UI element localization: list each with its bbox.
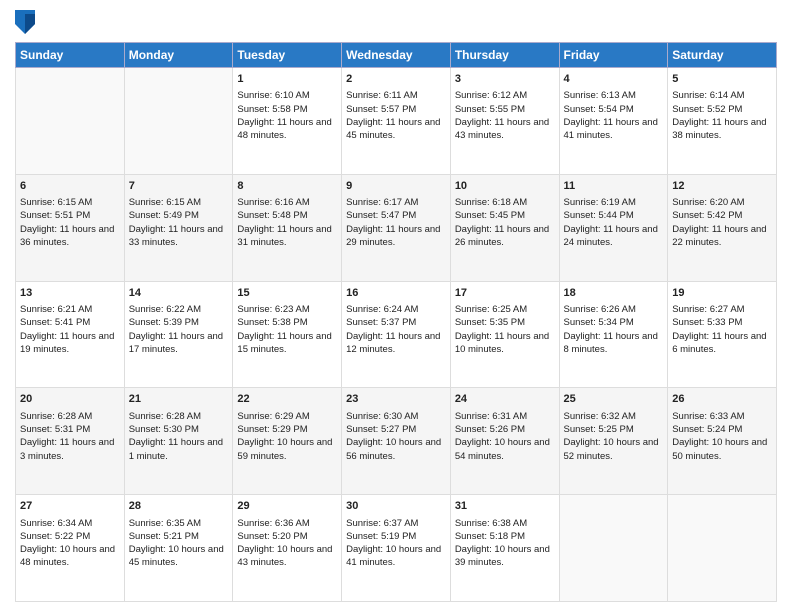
calendar-cell: 12Sunrise: 6:20 AMSunset: 5:42 PMDayligh…: [668, 174, 777, 281]
calendar-cell: 6Sunrise: 6:15 AMSunset: 5:51 PMDaylight…: [16, 174, 125, 281]
calendar-cell: 29Sunrise: 6:36 AMSunset: 5:20 PMDayligh…: [233, 495, 342, 602]
logo-icon: [15, 10, 35, 34]
day-number: 5: [672, 72, 772, 87]
weekday-header-friday: Friday: [559, 43, 668, 68]
calendar-cell: 31Sunrise: 6:38 AMSunset: 5:18 PMDayligh…: [450, 495, 559, 602]
weekday-header-thursday: Thursday: [450, 43, 559, 68]
calendar-cell: 25Sunrise: 6:32 AMSunset: 5:25 PMDayligh…: [559, 388, 668, 495]
day-number: 9: [346, 179, 446, 194]
calendar-cell: 21Sunrise: 6:28 AMSunset: 5:30 PMDayligh…: [124, 388, 233, 495]
calendar-cell: 5Sunrise: 6:14 AMSunset: 5:52 PMDaylight…: [668, 68, 777, 175]
calendar-cell: 13Sunrise: 6:21 AMSunset: 5:41 PMDayligh…: [16, 281, 125, 388]
calendar-cell: 18Sunrise: 6:26 AMSunset: 5:34 PMDayligh…: [559, 281, 668, 388]
day-number: 11: [564, 179, 664, 194]
logo: [15, 10, 39, 34]
calendar-cell: 4Sunrise: 6:13 AMSunset: 5:54 PMDaylight…: [559, 68, 668, 175]
header: [15, 10, 777, 34]
calendar-cell: 3Sunrise: 6:12 AMSunset: 5:55 PMDaylight…: [450, 68, 559, 175]
calendar-cell: 16Sunrise: 6:24 AMSunset: 5:37 PMDayligh…: [342, 281, 451, 388]
calendar-cell: 27Sunrise: 6:34 AMSunset: 5:22 PMDayligh…: [16, 495, 125, 602]
day-number: 21: [129, 392, 229, 407]
day-number: 24: [455, 392, 555, 407]
weekday-header-wednesday: Wednesday: [342, 43, 451, 68]
day-number: 18: [564, 286, 664, 301]
day-number: 4: [564, 72, 664, 87]
day-number: 25: [564, 392, 664, 407]
day-number: 29: [237, 499, 337, 514]
weekday-header-monday: Monday: [124, 43, 233, 68]
calendar-cell: 26Sunrise: 6:33 AMSunset: 5:24 PMDayligh…: [668, 388, 777, 495]
day-number: 8: [237, 179, 337, 194]
day-number: 30: [346, 499, 446, 514]
calendar-cell: 30Sunrise: 6:37 AMSunset: 5:19 PMDayligh…: [342, 495, 451, 602]
day-number: 6: [20, 179, 120, 194]
day-number: 31: [455, 499, 555, 514]
day-number: 10: [455, 179, 555, 194]
calendar-table: SundayMondayTuesdayWednesdayThursdayFrid…: [15, 42, 777, 602]
calendar-cell: 14Sunrise: 6:22 AMSunset: 5:39 PMDayligh…: [124, 281, 233, 388]
day-number: 1: [237, 72, 337, 87]
day-number: 22: [237, 392, 337, 407]
day-number: 17: [455, 286, 555, 301]
calendar-cell: 22Sunrise: 6:29 AMSunset: 5:29 PMDayligh…: [233, 388, 342, 495]
calendar-cell: 24Sunrise: 6:31 AMSunset: 5:26 PMDayligh…: [450, 388, 559, 495]
day-number: 20: [20, 392, 120, 407]
calendar-cell: 2Sunrise: 6:11 AMSunset: 5:57 PMDaylight…: [342, 68, 451, 175]
day-number: 16: [346, 286, 446, 301]
page: SundayMondayTuesdayWednesdayThursdayFrid…: [0, 0, 792, 612]
calendar-cell: 10Sunrise: 6:18 AMSunset: 5:45 PMDayligh…: [450, 174, 559, 281]
day-number: 12: [672, 179, 772, 194]
day-number: 19: [672, 286, 772, 301]
calendar-cell: [668, 495, 777, 602]
day-number: 2: [346, 72, 446, 87]
calendar-cell: 11Sunrise: 6:19 AMSunset: 5:44 PMDayligh…: [559, 174, 668, 281]
calendar-cell: 15Sunrise: 6:23 AMSunset: 5:38 PMDayligh…: [233, 281, 342, 388]
day-number: 14: [129, 286, 229, 301]
day-number: 7: [129, 179, 229, 194]
day-number: 13: [20, 286, 120, 301]
calendar-cell: [16, 68, 125, 175]
calendar-cell: [559, 495, 668, 602]
calendar-cell: 17Sunrise: 6:25 AMSunset: 5:35 PMDayligh…: [450, 281, 559, 388]
calendar-cell: 20Sunrise: 6:28 AMSunset: 5:31 PMDayligh…: [16, 388, 125, 495]
day-number: 15: [237, 286, 337, 301]
calendar-cell: 9Sunrise: 6:17 AMSunset: 5:47 PMDaylight…: [342, 174, 451, 281]
day-number: 3: [455, 72, 555, 87]
calendar-cell: 8Sunrise: 6:16 AMSunset: 5:48 PMDaylight…: [233, 174, 342, 281]
calendar-cell: 1Sunrise: 6:10 AMSunset: 5:58 PMDaylight…: [233, 68, 342, 175]
weekday-header-sunday: Sunday: [16, 43, 125, 68]
day-number: 27: [20, 499, 120, 514]
calendar-cell: 23Sunrise: 6:30 AMSunset: 5:27 PMDayligh…: [342, 388, 451, 495]
weekday-header-tuesday: Tuesday: [233, 43, 342, 68]
calendar-cell: 19Sunrise: 6:27 AMSunset: 5:33 PMDayligh…: [668, 281, 777, 388]
calendar-cell: [124, 68, 233, 175]
weekday-header-saturday: Saturday: [668, 43, 777, 68]
day-number: 23: [346, 392, 446, 407]
day-number: 26: [672, 392, 772, 407]
calendar-cell: 7Sunrise: 6:15 AMSunset: 5:49 PMDaylight…: [124, 174, 233, 281]
calendar-cell: 28Sunrise: 6:35 AMSunset: 5:21 PMDayligh…: [124, 495, 233, 602]
day-number: 28: [129, 499, 229, 514]
